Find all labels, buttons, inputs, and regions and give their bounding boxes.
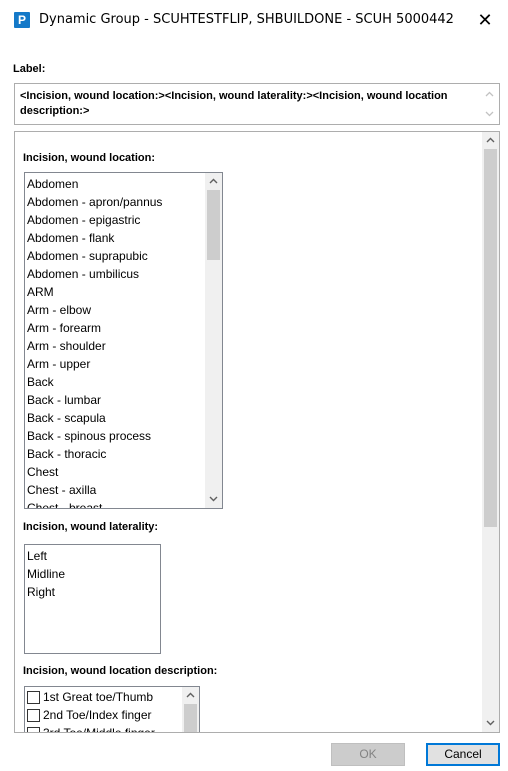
list-item-label: 1st Great toe/Thumb — [43, 690, 154, 704]
list-item[interactable]: Arm - elbow — [27, 301, 162, 319]
list-item-label: Arm - upper — [27, 357, 91, 371]
list-item[interactable]: 1st Great toe/Thumb — [27, 688, 155, 706]
list-item[interactable]: Arm - forearm — [27, 319, 162, 337]
list-item[interactable]: Right — [27, 583, 65, 601]
list-item-label: Left — [27, 549, 48, 563]
scroll-up-icon[interactable] — [481, 85, 498, 103]
description-items: 1st Great toe/Thumb 2nd Toe/Index finger 3… — [27, 688, 155, 733]
label-scrollbar[interactable] — [481, 85, 498, 123]
list-item-label: Arm - shoulder — [27, 339, 106, 353]
scroll-down-icon[interactable] — [482, 715, 499, 732]
list-item[interactable]: Abdomen — [27, 175, 162, 193]
list-item-label: Back — [27, 375, 54, 389]
scroll-down-icon[interactable] — [205, 491, 222, 508]
list-item-label: Abdomen - umbilicus — [27, 267, 140, 281]
list-item[interactable]: Back - lumbar — [27, 391, 162, 409]
list-item[interactable]: Left — [27, 547, 65, 565]
list-item-label: Right — [27, 585, 56, 599]
list-item[interactable]: Chest - breast — [27, 499, 162, 509]
label-textbox[interactable]: <Incision, wound location:><Incision, wo… — [14, 83, 500, 125]
list-item-label: Back - scapula — [27, 411, 106, 425]
label-value: <Incision, wound location:><Incision, wo… — [20, 90, 448, 117]
list-item[interactable]: Arm - upper — [27, 355, 162, 373]
laterality-listbox[interactable]: Left Midline Right — [24, 544, 161, 654]
list-item-label: ARM — [27, 285, 54, 299]
list-item[interactable]: Back - scapula — [27, 409, 162, 427]
label-caption: Label: — [13, 63, 46, 75]
list-item[interactable]: Arm - shoulder — [27, 337, 162, 355]
laterality-label: Incision, wound laterality: — [23, 521, 159, 533]
list-item[interactable]: Abdomen - suprapubic — [27, 247, 162, 265]
title-bar: P Dynamic Group - SCUHTESTFLIP, SHBUILDO… — [0, 0, 508, 40]
list-item-label: Chest - breast — [27, 501, 103, 509]
window-title: Dynamic Group - SCUHTESTFLIP, SHBUILDONE… — [39, 12, 454, 27]
list-item-label: Abdomen - epigastric — [27, 213, 141, 227]
checkbox[interactable] — [27, 708, 40, 722]
list-item[interactable]: Abdomen - epigastric — [27, 211, 162, 229]
fields-panel: Incision, wound location: Abdomen Abdomen… — [14, 131, 500, 733]
description-scrollbar[interactable] — [182, 687, 199, 732]
description-label: Incision, wound location description: — [23, 665, 218, 677]
scroll-down-icon[interactable] — [481, 105, 498, 123]
scroll-up-icon[interactable] — [205, 173, 222, 190]
list-item[interactable]: Back — [27, 373, 162, 391]
list-item-label: 3rd Toe/Middle finger — [43, 726, 155, 733]
list-item-label: Abdomen — [27, 177, 79, 191]
list-item[interactable]: Chest — [27, 463, 162, 481]
list-item[interactable]: Abdomen - apron/pannus — [27, 193, 162, 211]
list-item-label: Arm - elbow — [27, 303, 92, 317]
list-item-label: Back - thoracic — [27, 447, 107, 461]
scroll-thumb[interactable] — [207, 190, 220, 260]
location-scrollbar[interactable] — [205, 173, 222, 508]
list-item[interactable]: Back - spinous process — [27, 427, 162, 445]
panel-scrollbar[interactable] — [482, 132, 499, 732]
list-item[interactable]: Abdomen - umbilicus — [27, 265, 162, 283]
list-item-label: Arm - forearm — [27, 321, 102, 335]
list-item-label: 2nd Toe/Index finger — [43, 708, 152, 722]
list-item[interactable]: Back - thoracic — [27, 445, 162, 463]
scroll-thumb[interactable] — [184, 704, 197, 732]
list-item-label: Chest - axilla — [27, 483, 97, 497]
list-item-label: Back - spinous process — [27, 429, 152, 443]
app-icon: P — [14, 12, 30, 28]
list-item-label: Abdomen - apron/pannus — [27, 195, 163, 209]
laterality-items: Left Midline Right — [27, 547, 65, 601]
close-button[interactable]: ✕ — [462, 0, 508, 40]
list-item[interactable]: 3rd Toe/Middle finger — [27, 724, 155, 733]
list-item-label: Midline — [27, 567, 66, 581]
ok-button[interactable]: OK — [331, 743, 405, 766]
checkbox[interactable] — [27, 726, 40, 732]
scroll-up-icon[interactable] — [182, 687, 199, 704]
list-item[interactable]: 2nd Toe/Index finger — [27, 706, 155, 724]
checkbox[interactable] — [27, 690, 40, 704]
list-item[interactable]: Abdomen - flank — [27, 229, 162, 247]
list-item[interactable]: Midline — [27, 565, 65, 583]
list-item-label: Chest — [27, 465, 59, 479]
description-listbox[interactable]: 1st Great toe/Thumb 2nd Toe/Index finger 3… — [24, 686, 200, 733]
list-item[interactable]: ARM — [27, 283, 162, 301]
scroll-up-icon[interactable] — [482, 132, 499, 149]
close-icon: ✕ — [477, 10, 493, 30]
list-item-label: Abdomen - suprapubic — [27, 249, 148, 263]
cancel-button[interactable]: Cancel — [426, 743, 500, 766]
list-item-label: Back - lumbar — [27, 393, 102, 407]
location-label: Incision, wound location: — [23, 152, 155, 164]
scroll-thumb[interactable] — [484, 149, 497, 527]
location-listbox[interactable]: Abdomen Abdomen - apron/pannus Abdomen - e… — [24, 172, 223, 509]
location-items: Abdomen Abdomen - apron/pannus Abdomen - e… — [27, 175, 162, 509]
list-item-label: Abdomen - flank — [27, 231, 115, 245]
list-item[interactable]: Chest - axilla — [27, 481, 162, 499]
